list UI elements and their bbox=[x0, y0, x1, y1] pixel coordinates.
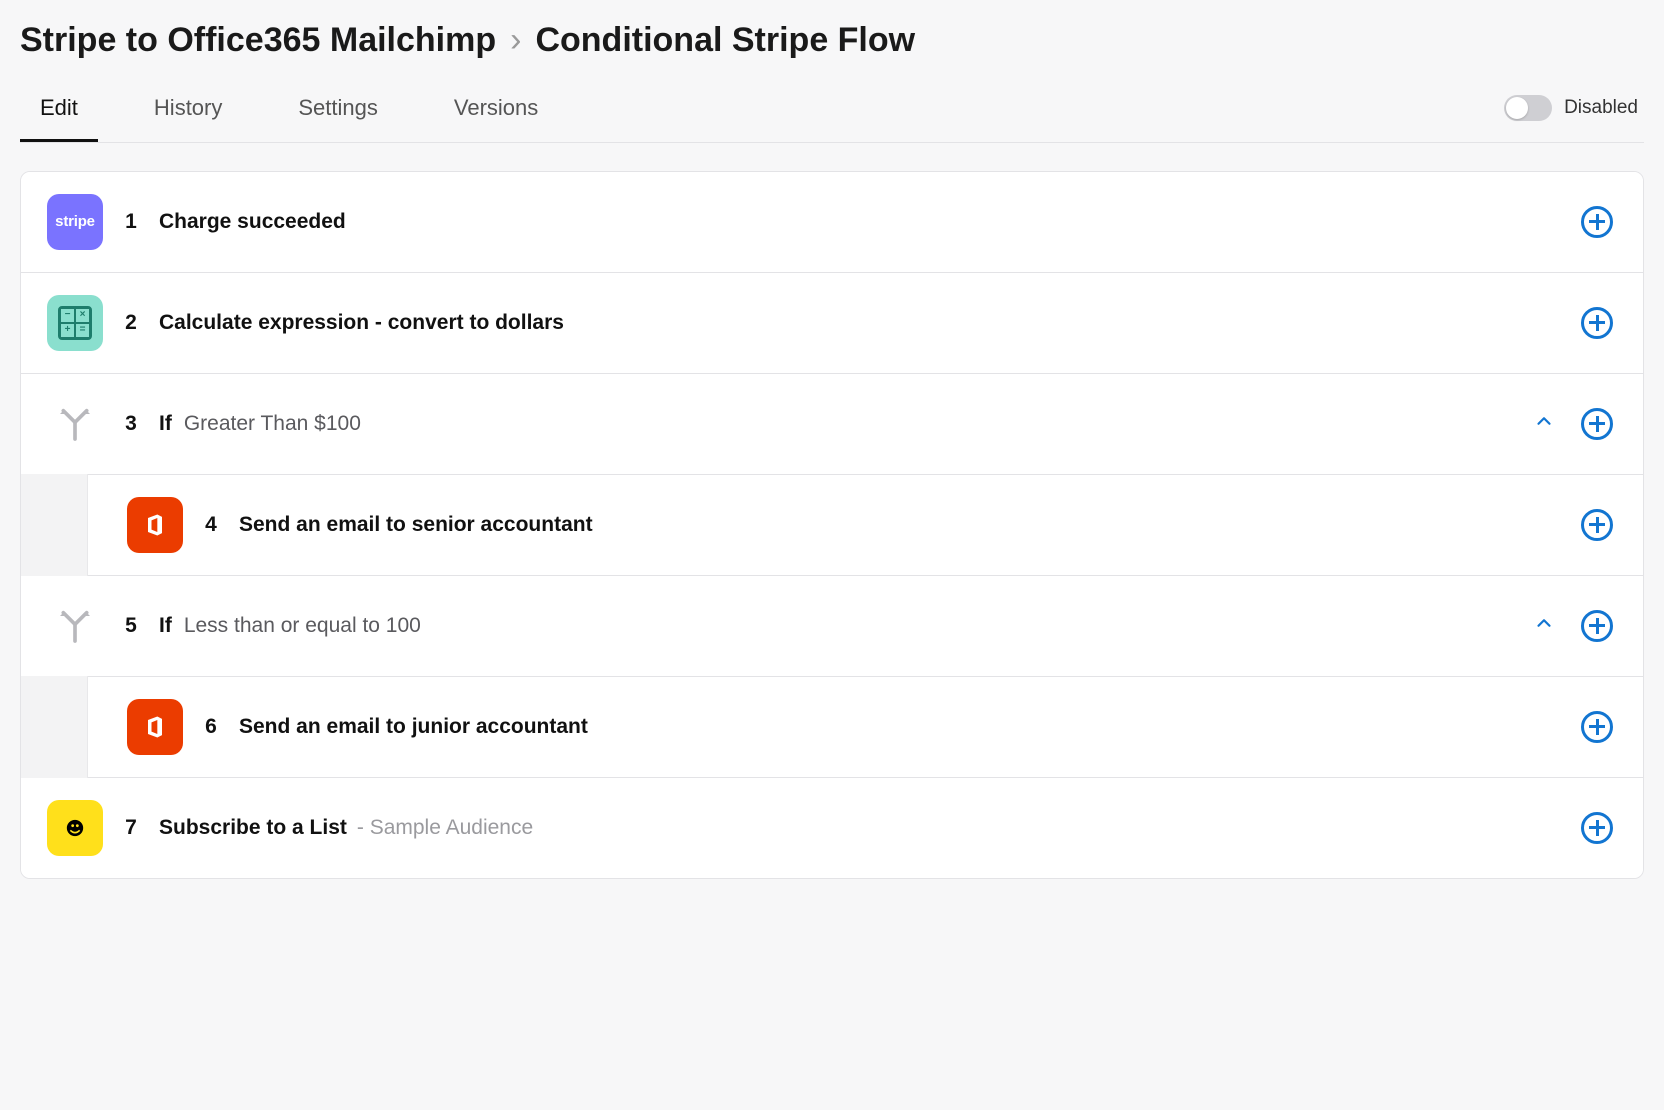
mailchimp-icon bbox=[47, 800, 103, 856]
office365-icon bbox=[127, 699, 183, 755]
step-title: Send an email to senior accountant bbox=[239, 513, 593, 537]
step-number: 3 bbox=[103, 412, 159, 436]
step-title: Calculate expression - convert to dollar… bbox=[159, 311, 564, 335]
add-step-button[interactable] bbox=[1581, 408, 1613, 440]
add-step-button[interactable] bbox=[1581, 206, 1613, 238]
add-step-button[interactable] bbox=[1581, 610, 1613, 642]
step-title: Send an email to junior accountant bbox=[239, 715, 588, 739]
breadcrumb-parent[interactable]: Stripe to Office365 Mailchimp bbox=[20, 20, 496, 61]
step-number: 2 bbox=[103, 311, 159, 335]
office365-icon bbox=[127, 497, 183, 553]
calculator-icon: −×+= bbox=[47, 295, 103, 351]
breadcrumb: Stripe to Office365 Mailchimp › Conditio… bbox=[20, 20, 1644, 61]
breadcrumb-current: Conditional Stripe Flow bbox=[535, 20, 915, 61]
chevron-right-icon: › bbox=[510, 20, 521, 61]
branch-icon bbox=[47, 598, 103, 654]
step-number: 5 bbox=[103, 614, 159, 638]
if-condition: Less than or equal to 100 bbox=[184, 614, 421, 638]
branch-icon bbox=[47, 396, 103, 452]
add-step-button[interactable] bbox=[1581, 711, 1613, 743]
tabs-row: Edit History Settings Versions Disabled bbox=[20, 87, 1644, 143]
tab-versions[interactable]: Versions bbox=[434, 87, 558, 142]
tab-edit[interactable]: Edit bbox=[20, 87, 98, 142]
step-number: 6 bbox=[183, 715, 239, 739]
step-number: 1 bbox=[103, 210, 159, 234]
step-number: 4 bbox=[183, 513, 239, 537]
step-row[interactable]: 3 If Greater Than $100 bbox=[21, 374, 1643, 475]
if-condition: Greater Than $100 bbox=[184, 412, 361, 436]
tab-settings[interactable]: Settings bbox=[278, 87, 398, 142]
collapse-toggle[interactable] bbox=[1533, 612, 1555, 639]
step-title: Subscribe to a List - Sample Audience bbox=[159, 816, 533, 840]
step-row[interactable]: stripe 1 Charge succeeded bbox=[21, 172, 1643, 273]
step-subtitle: - Sample Audience bbox=[357, 816, 533, 840]
step-title: Charge succeeded bbox=[159, 210, 346, 234]
if-label: If bbox=[159, 412, 172, 436]
steps-panel: stripe 1 Charge succeeded −×+= 2 Calcula… bbox=[20, 171, 1644, 879]
collapse-toggle[interactable] bbox=[1533, 410, 1555, 437]
step-row[interactable]: −×+= 2 Calculate expression - convert to… bbox=[21, 273, 1643, 374]
step-row[interactable]: 5 If Less than or equal to 100 bbox=[21, 576, 1643, 677]
add-step-button[interactable] bbox=[1581, 812, 1613, 844]
step-row[interactable]: 6 Send an email to junior accountant bbox=[21, 677, 1643, 778]
add-step-button[interactable] bbox=[1581, 307, 1613, 339]
add-step-button[interactable] bbox=[1581, 509, 1613, 541]
tab-history[interactable]: History bbox=[134, 87, 242, 142]
step-row[interactable]: 4 Send an email to senior accountant bbox=[21, 475, 1643, 576]
enable-toggle[interactable] bbox=[1504, 95, 1552, 121]
step-row[interactable]: 7 Subscribe to a List - Sample Audience bbox=[21, 778, 1643, 878]
step-title: If Greater Than $100 bbox=[159, 412, 361, 436]
tabs: Edit History Settings Versions bbox=[20, 87, 558, 142]
if-label: If bbox=[159, 614, 172, 638]
enable-toggle-wrap: Disabled bbox=[1504, 95, 1638, 121]
step-title: If Less than or equal to 100 bbox=[159, 614, 421, 638]
toggle-state-label: Disabled bbox=[1564, 97, 1638, 119]
stripe-icon: stripe bbox=[47, 194, 103, 250]
step-number: 7 bbox=[103, 816, 159, 840]
